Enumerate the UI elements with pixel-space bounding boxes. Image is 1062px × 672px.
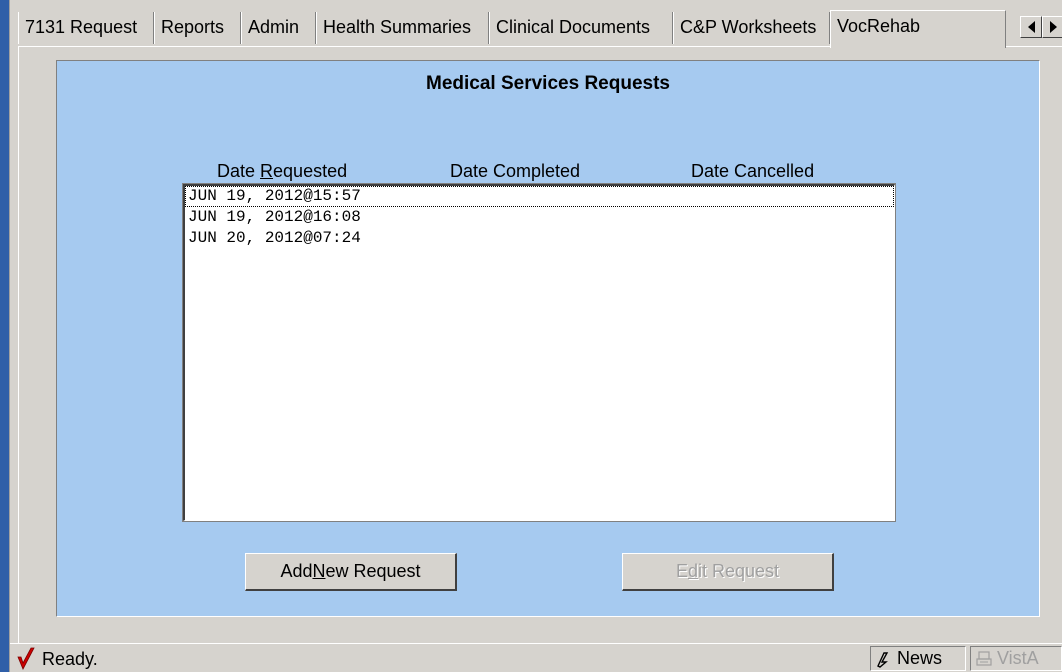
- red-check-icon: [17, 647, 35, 670]
- tab-vocrehab[interactable]: VocRehab: [830, 10, 1006, 48]
- vista-panel[interactable]: VistA: [970, 646, 1062, 671]
- column-header-date-completed[interactable]: Date Completed: [450, 161, 580, 182]
- panel-title: Medical Services Requests: [426, 73, 670, 94]
- tab-scroll-right-button[interactable]: [1042, 16, 1062, 38]
- tab-7131-request[interactable]: 7131 Request: [18, 12, 154, 44]
- list-item[interactable]: JUN 19, 2012@15:57: [185, 186, 894, 207]
- accelerator-key: d: [687, 561, 698, 581]
- button-label: ew Request: [325, 561, 421, 581]
- medical-services-panel: Medical Services Requests Date Requested…: [56, 60, 1040, 617]
- edit-request-button[interactable]: Ed it Request: [622, 553, 834, 591]
- window-left-edge: [0, 0, 10, 672]
- tab-cp-worksheets[interactable]: C&P Worksheets: [673, 12, 830, 44]
- news-icon: [877, 651, 889, 668]
- add-new-request-button[interactable]: Add New Request: [245, 553, 457, 591]
- arrow-left-icon: [1027, 21, 1035, 33]
- arrow-right-icon: [1049, 21, 1057, 33]
- requests-listbox[interactable]: JUN 19, 2012@15:57 JUN 19, 2012@16:08 JU…: [182, 183, 896, 522]
- news-label: News: [897, 648, 943, 668]
- status-bar: Ready. News VistA: [10, 643, 1062, 672]
- tab-reports[interactable]: Reports: [154, 12, 241, 44]
- accelerator-key: R: [260, 161, 274, 181]
- tab-scroll-left-button[interactable]: [1020, 16, 1042, 38]
- column-header-date-requested[interactable]: Date Requested: [217, 161, 347, 182]
- accelerator-key: N: [312, 561, 326, 581]
- tab-clinical-documents[interactable]: Clinical Documents: [489, 12, 673, 44]
- tab-strip: 7131 Request Reports Admin Health Summar…: [18, 10, 1062, 48]
- list-item[interactable]: JUN 19, 2012@16:08: [185, 207, 894, 228]
- button-label: E: [675, 561, 688, 581]
- vista-label: VistA: [997, 648, 1039, 668]
- button-label: it Request: [697, 561, 780, 581]
- tab-admin[interactable]: Admin: [241, 12, 316, 44]
- list-item[interactable]: JUN 20, 2012@07:24: [185, 228, 894, 249]
- column-header-label: Date: [217, 161, 261, 181]
- status-ready-area: Ready.: [16, 647, 870, 671]
- tab-health-summaries[interactable]: Health Summaries: [316, 12, 489, 44]
- tab-page: Medical Services Requests Date Requested…: [18, 46, 1062, 643]
- tab-scroll-arrows: [1020, 16, 1062, 38]
- column-header-date-cancelled[interactable]: Date Cancelled: [691, 161, 814, 182]
- status-text: Ready.: [42, 648, 98, 669]
- button-label: Add: [280, 561, 313, 581]
- column-header-label: equested: [273, 161, 348, 181]
- vista-icon: [976, 650, 992, 666]
- news-panel[interactable]: News: [870, 646, 966, 671]
